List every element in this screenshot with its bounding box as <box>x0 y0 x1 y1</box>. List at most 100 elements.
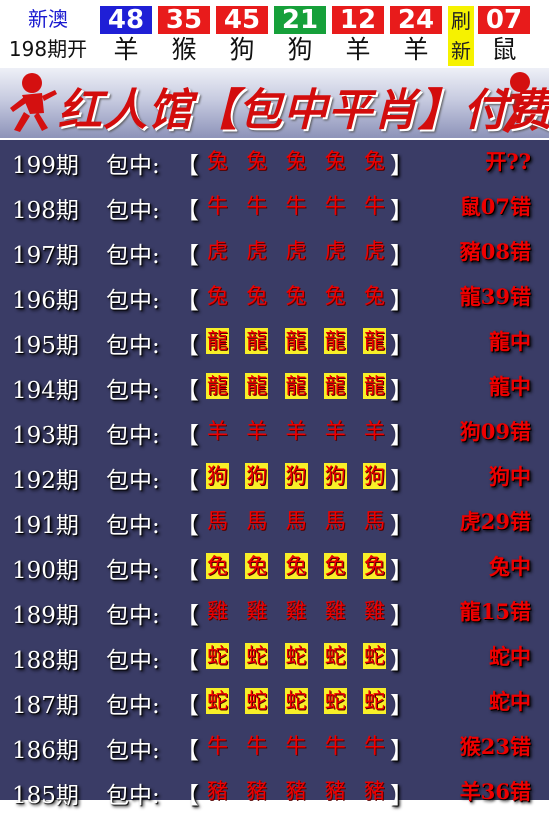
table-row: 199期 包中: 【兔兔兔兔兔】开?? <box>0 140 549 185</box>
zodiac-cell: 龍 <box>206 373 229 399</box>
table-row: 185期 包中: 【豬豬豬豬豬】羊36错 <box>0 770 549 815</box>
ball-zodiac: 羊 <box>113 35 139 64</box>
row-period: 185期 <box>12 783 79 809</box>
ball-zodiac: 猴 <box>171 35 197 64</box>
open-bracket: 【 <box>176 603 199 629</box>
zodiac-cell: 兔 <box>364 284 385 308</box>
zodiac-cell: 龍 <box>323 373 347 399</box>
refresh-char-2[interactable]: 新 <box>448 36 474 66</box>
ball-number: 21 <box>274 6 326 34</box>
ball-zodiac: 羊 <box>345 35 371 64</box>
row-period: 190期 <box>12 558 79 584</box>
row-period: 198期 <box>12 198 79 224</box>
zodiac-cell: 牛 <box>246 194 268 218</box>
open-bracket: 【 <box>176 288 199 314</box>
open-bracket: 【 <box>176 738 199 764</box>
row-label: 包中: <box>106 693 160 719</box>
close-bracket: 】 <box>390 513 413 539</box>
zodiac-cell: 馬 <box>364 509 385 533</box>
table-row: 189期 包中: 【雞雞雞雞雞】龍15错 <box>0 590 549 635</box>
close-bracket: 】 <box>390 198 413 224</box>
zodiac-cell: 雞 <box>285 599 307 623</box>
zodiac-cell: 豬 <box>207 779 228 803</box>
zodiac-cell: 兔 <box>207 149 228 173</box>
open-bracket: 【 <box>176 513 199 539</box>
zodiac-cell: 雞 <box>207 599 228 623</box>
refresh-button[interactable]: 刷 新 <box>448 6 474 66</box>
open-bracket: 【 <box>176 333 199 359</box>
row-zodiacs: 羊羊羊羊羊 <box>206 418 386 444</box>
zodiac-cell: 龍 <box>363 328 386 354</box>
zodiac-cell: 雞 <box>246 599 268 623</box>
row-result: 猴23错 <box>459 734 531 759</box>
table-row: 192期 包中: 【狗狗狗狗狗】狗中 <box>0 455 549 500</box>
open-bracket: 【 <box>176 423 199 449</box>
row-zodiacs: 牛牛牛牛牛 <box>206 733 386 759</box>
result-ball: 12 羊 <box>332 6 384 66</box>
row-result: 虎29错 <box>459 509 531 534</box>
zodiac-cell: 兔 <box>246 284 268 308</box>
issue-label: 198期开 <box>8 37 88 61</box>
row-zodiacs: 牛牛牛牛牛 <box>206 193 386 219</box>
open-bracket: 【 <box>176 468 199 494</box>
refresh-char-1[interactable]: 刷 <box>448 6 474 36</box>
zodiac-cell: 狗 <box>363 463 386 489</box>
zodiac-cell: 牛 <box>364 734 385 758</box>
runner-left-icon <box>10 73 57 132</box>
row-zodiacs: 虎虎虎虎虎 <box>206 238 386 264</box>
row-label: 包中: <box>106 378 160 404</box>
row-zodiacs: 兔兔兔兔兔 <box>206 148 386 174</box>
result-ball: 21 狗 <box>274 6 326 66</box>
close-bracket: 】 <box>390 648 413 674</box>
zodiac-cell: 牛 <box>207 734 228 758</box>
zodiac-cell: 龍 <box>245 373 269 399</box>
table-row: 196期 包中: 【兔兔兔兔兔】龍39错 <box>0 275 549 320</box>
zodiac-cell: 兔 <box>284 553 308 579</box>
row-zodiacs: 蛇蛇蛇蛇蛇 <box>206 643 386 669</box>
row-period: 199期 <box>12 153 79 179</box>
zodiac-cell: 兔 <box>285 149 307 173</box>
row-label: 包中: <box>106 468 160 494</box>
special-ball-zodiac: 鼠 <box>491 35 517 64</box>
zodiac-cell: 蛇 <box>284 643 308 669</box>
zodiac-cell: 狗 <box>323 463 347 489</box>
ball-zodiac: 狗 <box>229 35 255 64</box>
zodiac-cell: 兔 <box>207 284 228 308</box>
row-result: 龍中 <box>489 329 531 354</box>
open-bracket: 【 <box>176 243 199 269</box>
row-result: 龍39错 <box>459 284 531 309</box>
row-result: 羊36错 <box>459 779 531 804</box>
zodiac-cell: 羊 <box>285 419 307 443</box>
zodiac-cell: 羊 <box>364 419 385 443</box>
row-zodiacs: 龍龍龍龍龍 <box>206 328 386 354</box>
row-period: 196期 <box>12 288 79 314</box>
open-bracket: 【 <box>176 783 199 809</box>
row-period: 193期 <box>12 423 79 449</box>
close-bracket: 】 <box>390 423 413 449</box>
row-label: 包中: <box>106 333 160 359</box>
row-period: 197期 <box>12 243 79 269</box>
result-ball: 24 羊 <box>390 6 442 66</box>
open-bracket: 【 <box>176 558 199 584</box>
table-row: 188期 包中: 【蛇蛇蛇蛇蛇】蛇中 <box>0 635 549 680</box>
row-result: 豬08错 <box>459 239 531 264</box>
zodiac-cell: 狗 <box>245 463 269 489</box>
result-ball: 48 羊 <box>100 6 152 66</box>
zodiac-cell: 兔 <box>324 284 346 308</box>
zodiac-cell: 虎 <box>364 239 385 263</box>
table-row: 195期 包中: 【龍龍龍龍龍】龍中 <box>0 320 549 365</box>
zodiac-cell: 龍 <box>323 328 347 354</box>
row-result: 蛇中 <box>489 689 531 714</box>
close-bracket: 】 <box>390 378 413 404</box>
row-period: 187期 <box>12 693 79 719</box>
zodiac-cell: 羊 <box>246 419 268 443</box>
zodiac-cell: 牛 <box>207 194 228 218</box>
zodiac-cell: 兔 <box>206 553 229 579</box>
close-bracket: 】 <box>390 153 413 179</box>
close-bracket: 】 <box>390 243 413 269</box>
table-row: 198期 包中: 【牛牛牛牛牛】鼠07错 <box>0 185 549 230</box>
row-label: 包中: <box>106 603 160 629</box>
zodiac-cell: 豬 <box>324 779 346 803</box>
table-row: 197期 包中: 【虎虎虎虎虎】豬08错 <box>0 230 549 275</box>
row-label: 包中: <box>106 513 160 539</box>
